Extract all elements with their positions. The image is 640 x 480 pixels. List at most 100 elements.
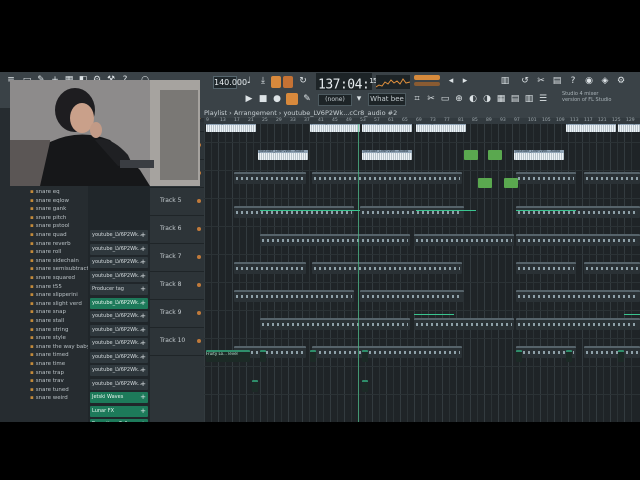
channel-button[interactable]: youtube_LV6P2Wk... +: [90, 243, 148, 255]
channel-add-icon[interactable]: +: [140, 379, 146, 390]
mixer-icon[interactable]: ▥: [500, 76, 510, 86]
rec-icon[interactable]: ●: [272, 94, 282, 104]
browser-item[interactable]: snare eqlow: [30, 197, 69, 205]
green-clip[interactable]: [504, 178, 518, 188]
pattern-clip[interactable]: [516, 262, 576, 274]
zoom-icon[interactable]: ⊕: [454, 94, 464, 104]
mute-icon[interactable]: ◑: [482, 94, 492, 104]
pattern-clip[interactable]: [414, 318, 514, 330]
pattern-clip[interactable]: [234, 206, 354, 218]
green-clip[interactable]: [488, 150, 502, 160]
pattern-clip[interactable]: [584, 346, 640, 358]
pattern-clip[interactable]: [584, 262, 640, 274]
auto-clip[interactable]: [618, 350, 624, 362]
audio-clip[interactable]: youtube_LV6P2Wk...audio: [514, 150, 564, 160]
audio-clip[interactable]: youtube_LV6P2Wk...audio: [618, 124, 640, 132]
pattern-clip[interactable]: [312, 346, 462, 358]
channel-add-icon[interactable]: +: [140, 284, 146, 295]
channel-button[interactable]: youtube_LV6P2Wk... +: [90, 324, 148, 336]
prev-icon[interactable]: ◂: [446, 76, 456, 86]
browser-item[interactable]: snare semisubtracted: [30, 265, 96, 273]
auto-clip[interactable]: [252, 380, 258, 392]
channel-add-icon[interactable]: +: [140, 271, 146, 282]
cut-icon[interactable]: ✂: [536, 76, 546, 86]
channel-button[interactable]: Producer tag +: [90, 284, 148, 295]
track-header[interactable]: Track 8: [150, 272, 204, 300]
audio-clip[interactable]: youtube_LV6P2Wk...audio: [362, 124, 412, 132]
audio-clip[interactable]: youtube_LV6P2Wk...audio: [416, 124, 466, 132]
channel-button[interactable]: youtube_LV6P2Wk... +: [90, 365, 148, 376]
auto-clip[interactable]: [566, 350, 572, 362]
channel-add-icon[interactable]: +: [140, 338, 146, 349]
track-led[interactable]: [197, 283, 201, 287]
dial-icon[interactable]: ◉: [584, 76, 594, 86]
browser-item[interactable]: snare slight verd: [30, 300, 82, 308]
settings-icon[interactable]: ⚙: [616, 76, 626, 86]
pattern-clip[interactable]: [260, 318, 410, 330]
pattern-clip[interactable]: [234, 262, 306, 274]
track-header[interactable]: Track 5: [150, 188, 204, 216]
channel-button[interactable]: youtube_LV6P2Wk... +: [90, 338, 148, 349]
playhead[interactable]: [358, 124, 359, 422]
channel-button[interactable]: youtube_LV6P2Wk... +: [90, 378, 148, 390]
green-clip[interactable]: [464, 150, 478, 160]
audio-clip[interactable]: youtube_LV6P2Wk...audio: [566, 124, 616, 132]
auto-clip[interactable]: [362, 380, 368, 392]
pattern-clip[interactable]: [516, 290, 640, 302]
audio-clip[interactable]: youtube_LV6P2Wk...audio: [310, 124, 360, 132]
track-header[interactable]: Track 9: [150, 300, 204, 328]
channel-button[interactable]: Lunar FX +: [90, 405, 148, 417]
browser-item[interactable]: snare snap: [30, 308, 66, 316]
green-clip[interactable]: [478, 178, 492, 188]
track-led[interactable]: [197, 199, 201, 203]
channel-add-icon[interactable]: +: [140, 419, 146, 422]
browser-item[interactable]: snare pstool: [30, 222, 70, 230]
auto-clip[interactable]: [260, 350, 266, 362]
browser-item[interactable]: snare the way baby: [30, 343, 90, 351]
piano-roll-icon[interactable]: ▦: [496, 94, 506, 104]
pattern-clip[interactable]: [312, 172, 462, 184]
browser-item[interactable]: snare trap: [30, 369, 64, 377]
auto-clip[interactable]: [362, 350, 368, 362]
browser-item[interactable]: snare t55: [30, 283, 62, 291]
countdown-icon[interactable]: ↻: [298, 76, 308, 86]
channel-button[interactable]: Jetski Waves +: [90, 392, 148, 403]
step-edit-icon[interactable]: ⤓: [258, 76, 268, 86]
browser-item[interactable]: snare string: [30, 326, 69, 334]
browser-item[interactable]: snare weird: [30, 394, 68, 402]
auto-clip[interactable]: Fruity Lo... level: [206, 350, 250, 362]
track-header[interactable]: Track 10: [150, 328, 204, 356]
stop-icon[interactable]: ■: [258, 94, 268, 104]
channel-add-icon[interactable]: +: [140, 311, 146, 322]
playlist-grid[interactable]: youtube_LV6P2Wk...audio youtube_LV6P2Wk..…: [204, 124, 640, 422]
pattern-clip[interactable]: [260, 234, 410, 246]
channel-add-icon[interactable]: +: [140, 325, 146, 336]
channel-button[interactable]: youtube_LV6P2Wk... +: [90, 351, 148, 363]
browser-item[interactable]: snare roll: [30, 248, 62, 256]
draw-tool-button[interactable]: [286, 93, 298, 105]
audio-clip[interactable]: youtube_LV6P2Wk...audio: [258, 150, 308, 160]
pattern-clip[interactable]: [312, 262, 462, 274]
song-position-display[interactable]: 137:04:15: [316, 73, 377, 92]
browser-item[interactable]: snare tuned: [30, 386, 69, 394]
hint-bar[interactable]: What bee: [368, 93, 406, 106]
channel-add-icon[interactable]: +: [140, 352, 146, 363]
track-led[interactable]: [197, 255, 201, 259]
mixer-view-icon[interactable]: ▥: [524, 94, 534, 104]
next-icon[interactable]: ▸: [460, 76, 470, 86]
channel-add-icon[interactable]: +: [140, 392, 146, 403]
browser-item[interactable]: snare eq: [30, 188, 60, 196]
audio-clip[interactable]: youtube_LV6P2Wk...audio: [206, 124, 256, 132]
slice-icon[interactable]: ✂: [426, 94, 436, 104]
channel-add-icon[interactable]: +: [140, 298, 146, 309]
pattern-clip[interactable]: [234, 172, 306, 184]
browser-item[interactable]: snare gank: [30, 205, 67, 213]
playlist-title[interactable]: Playlist › Arrangement › youtube_LV6P2Wk…: [200, 108, 640, 118]
track-header[interactable]: Track 6: [150, 216, 204, 244]
channel-add-icon[interactable]: +: [140, 257, 146, 268]
track-header[interactable]: Track 7: [150, 244, 204, 272]
select-icon[interactable]: ▭: [440, 94, 450, 104]
auto-clip[interactable]: [310, 350, 316, 362]
pattern-clip[interactable]: [414, 234, 514, 246]
channel-add-icon[interactable]: +: [140, 230, 146, 241]
